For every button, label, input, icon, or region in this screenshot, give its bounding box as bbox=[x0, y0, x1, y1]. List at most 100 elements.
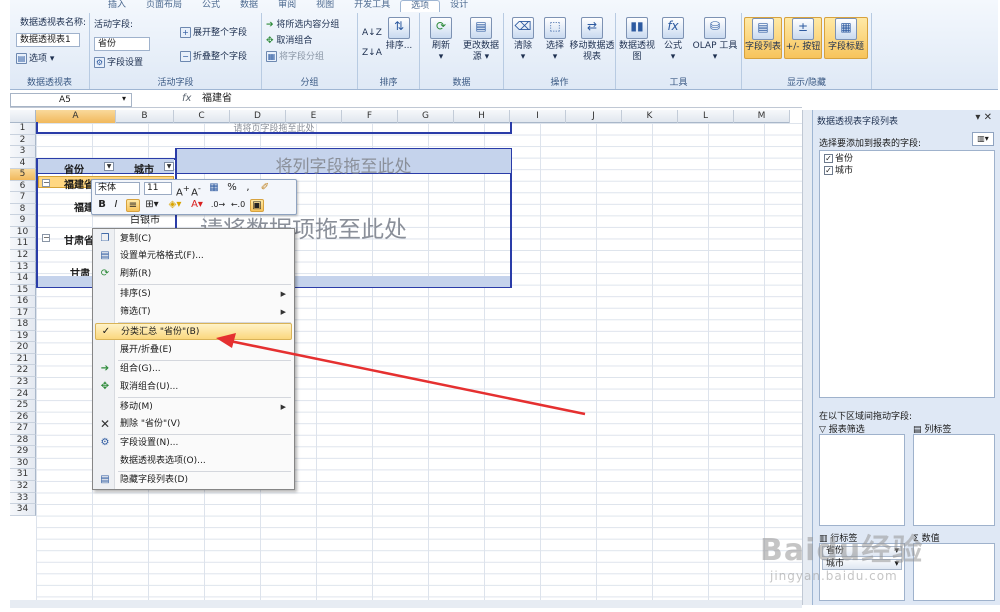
row-header-5[interactable]: 5 bbox=[10, 169, 36, 181]
olap-tools-button[interactable]: ⛁ OLAP 工具 ▾ bbox=[690, 17, 740, 63]
collapse-gansu-icon[interactable]: − bbox=[42, 234, 50, 242]
increase-decimal-icon[interactable]: .0→ bbox=[210, 199, 226, 212]
row-header-33[interactable]: 33 bbox=[10, 492, 36, 505]
row-header-9[interactable]: 9 bbox=[10, 215, 36, 227]
change-data-source-button[interactable]: ▤ 更改数据源 ▾ bbox=[460, 17, 502, 63]
tab-developer[interactable]: 开发工具 bbox=[344, 0, 400, 12]
row-header-20[interactable]: 20 bbox=[10, 342, 36, 354]
row-header-3[interactable]: 3 bbox=[10, 146, 36, 158]
row-header-23[interactable]: 23 bbox=[10, 377, 36, 389]
menu-copy[interactable]: ❐ 复制(C) bbox=[95, 231, 292, 248]
ungroup-button[interactable]: ✥ 取消组合 bbox=[266, 35, 312, 47]
row-header-22[interactable]: 22 bbox=[10, 365, 36, 378]
row-header-27[interactable]: 27 bbox=[10, 423, 36, 435]
row-header-31[interactable]: 31 bbox=[10, 469, 36, 481]
menu-ungroup[interactable]: ✥ 取消组合(U)... bbox=[95, 379, 292, 396]
menu-expand-collapse[interactable]: 展开/折叠(E) bbox=[95, 342, 292, 359]
field-headers-button[interactable]: ▦ 字段标题 bbox=[824, 17, 868, 59]
row-header-11[interactable]: 11 bbox=[10, 238, 36, 251]
column-field-drop-zone[interactable]: 将列字段拖至此处 bbox=[175, 148, 512, 177]
tab-data[interactable]: 数据 bbox=[230, 0, 268, 12]
row-header-17[interactable]: 17 bbox=[10, 307, 36, 320]
expand-entire-field-button[interactable]: + 展开整个字段 bbox=[180, 27, 247, 39]
tab-review[interactable]: 审阅 bbox=[268, 0, 306, 12]
field-settings-button[interactable]: ⚙ 字段设置 bbox=[94, 57, 143, 69]
formulas-button[interactable]: fx 公式 ▾ bbox=[654, 17, 692, 63]
row-header-25[interactable]: 25 bbox=[10, 400, 36, 412]
column-labels-area[interactable] bbox=[913, 434, 995, 526]
row-header-28[interactable]: 28 bbox=[10, 434, 36, 447]
field-province-checkbox[interactable]: ✓ 省份 bbox=[824, 154, 853, 165]
row-header-6[interactable]: 6 bbox=[10, 180, 36, 193]
row-header-26[interactable]: 26 bbox=[10, 411, 36, 424]
field-city-checkbox[interactable]: ✓ 城市 bbox=[824, 166, 853, 177]
row-header-7[interactable]: 7 bbox=[10, 192, 36, 204]
name-box[interactable]: A5 bbox=[10, 93, 132, 107]
row-header-2[interactable]: 2 bbox=[10, 134, 36, 147]
format-painter-icon[interactable]: ✐ bbox=[258, 182, 272, 195]
shrink-font-icon[interactable]: A- bbox=[190, 182, 202, 198]
column-header-m[interactable]: M bbox=[734, 110, 790, 123]
tab-insert[interactable]: 插入 bbox=[98, 0, 136, 12]
row-header-29[interactable]: 29 bbox=[10, 446, 36, 458]
fill-color-icon[interactable]: ◈▾ bbox=[166, 199, 184, 212]
row-header-10[interactable]: 10 bbox=[10, 226, 36, 239]
group-selection-button[interactable]: ➔ 将所选内容分组 bbox=[266, 19, 339, 31]
row-header-16[interactable]: 16 bbox=[10, 296, 36, 308]
row-header-4[interactable]: 4 bbox=[10, 157, 36, 170]
row-header-21[interactable]: 21 bbox=[10, 353, 36, 366]
row-header-18[interactable]: 18 bbox=[10, 319, 36, 331]
menu-filter[interactable]: 筛选(T) ▶ bbox=[95, 304, 292, 321]
row-header-8[interactable]: 8 bbox=[10, 203, 36, 216]
pivot-options-button[interactable]: ▤ 选项 ▾ bbox=[16, 53, 54, 65]
name-box-dropdown-icon[interactable]: ▾ bbox=[122, 94, 126, 103]
font-color-icon[interactable]: A▾ bbox=[188, 199, 206, 212]
tab-page-layout[interactable]: 页面布局 bbox=[136, 0, 192, 12]
percent-icon[interactable]: % bbox=[226, 182, 238, 195]
sort-az-icon[interactable]: A↓Z bbox=[362, 27, 382, 39]
province-filter-dropdown-icon[interactable]: ▼ bbox=[104, 162, 114, 171]
field-list-button[interactable]: ▤ 字段列表 bbox=[744, 17, 782, 59]
group-field-button[interactable]: ▦ 将字段分组 bbox=[266, 51, 324, 63]
select-all-corner[interactable] bbox=[10, 110, 36, 122]
column-header-l[interactable]: L bbox=[678, 110, 734, 123]
row-header-32[interactable]: 32 bbox=[10, 480, 36, 493]
tab-view[interactable]: 视图 bbox=[306, 0, 344, 12]
menu-format-cells[interactable]: ▤ 设置单元格格式(F)... bbox=[95, 248, 292, 265]
move-pivottable-button[interactable]: ⇄ 移动数据透视表 bbox=[568, 17, 616, 63]
menu-group[interactable]: ➔ 组合(G)... bbox=[95, 361, 292, 378]
row-header-14[interactable]: 14 bbox=[10, 273, 36, 285]
layout-options-icon[interactable]: ▥▾ bbox=[972, 132, 994, 146]
pivotchart-button[interactable]: ▮▮ 数据透视图 bbox=[618, 17, 656, 63]
decrease-decimal-icon[interactable]: ←.0 bbox=[230, 199, 246, 212]
menu-hide-field-list[interactable]: ▤ 隐藏字段列表(D) bbox=[95, 472, 292, 489]
active-field-input[interactable]: 省份 bbox=[94, 37, 150, 51]
tab-formulas[interactable]: 公式 bbox=[192, 0, 230, 12]
comma-icon[interactable]: , bbox=[242, 182, 254, 195]
center-align-icon[interactable]: ≡ bbox=[126, 199, 140, 212]
row-header-24[interactable]: 24 bbox=[10, 388, 36, 401]
collapse-entire-field-button[interactable]: − 折叠整个字段 bbox=[180, 51, 247, 63]
number-format-icon[interactable]: ▦ bbox=[206, 182, 222, 195]
row-header-30[interactable]: 30 bbox=[10, 457, 36, 470]
row-header-15[interactable]: 15 bbox=[10, 284, 36, 297]
formula-input[interactable]: 福建省 bbox=[202, 93, 232, 107]
column-header-i[interactable]: I bbox=[510, 110, 566, 123]
report-filter-area[interactable] bbox=[819, 434, 905, 526]
plus-minus-buttons-button[interactable]: ± +/- 按钮 bbox=[784, 17, 822, 59]
row-header-12[interactable]: 12 bbox=[10, 250, 36, 262]
menu-sort[interactable]: 排序(S) ▶ bbox=[95, 286, 292, 303]
font-size-select[interactable]: 11 bbox=[144, 182, 172, 195]
grow-font-icon[interactable]: A+ bbox=[176, 182, 190, 198]
borders-icon[interactable]: ⊞▾ bbox=[144, 199, 160, 212]
horizontal-scrollbar[interactable] bbox=[10, 600, 802, 608]
menu-refresh[interactable]: ⟳ 刷新(R) bbox=[95, 266, 292, 283]
column-header-j[interactable]: J bbox=[566, 110, 622, 123]
menu-remove-province[interactable]: ✕ 删除 "省份"(V) bbox=[95, 416, 292, 433]
pivot-name-input[interactable]: 数据透视表1 bbox=[16, 33, 80, 47]
sort-za-icon[interactable]: Z↓A bbox=[362, 47, 382, 59]
font-name-select[interactable]: 宋体 bbox=[95, 182, 140, 195]
tab-design[interactable]: 设计 bbox=[440, 0, 478, 12]
tab-options[interactable]: 选项 bbox=[400, 0, 441, 12]
menu-subtotal-province[interactable]: ✓ 分类汇总 "省份"(B) bbox=[95, 323, 292, 340]
